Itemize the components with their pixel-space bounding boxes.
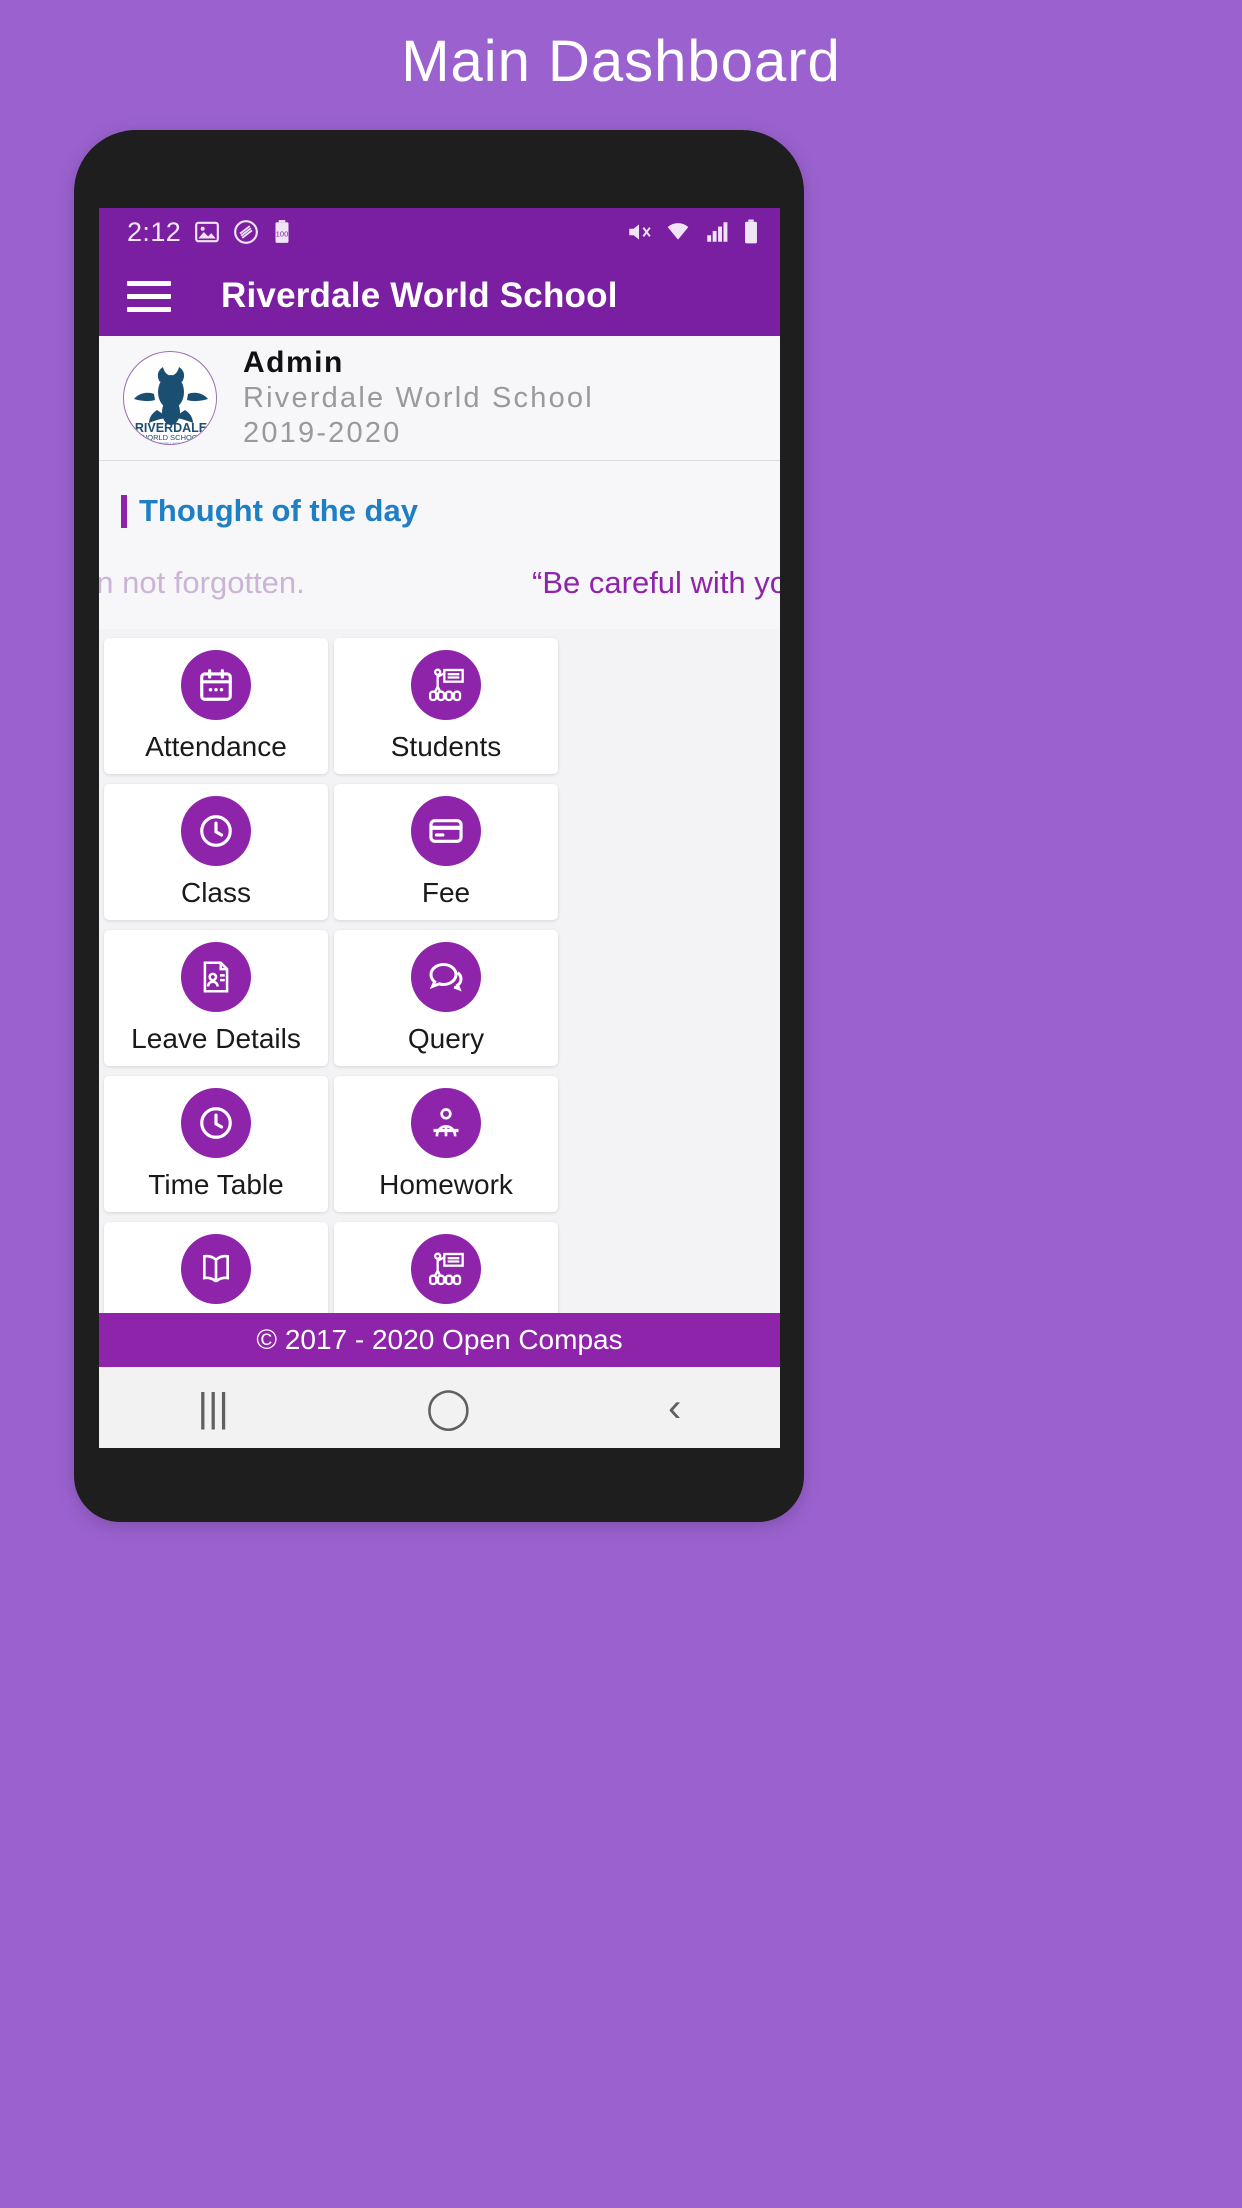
status-time: 2:12	[127, 216, 182, 247]
tile-label: Attendance	[145, 730, 287, 762]
phone-frame: 2:12 100 Riverdale World School RIVERDAL…	[74, 130, 804, 1522]
profile-session: 2019-2020	[243, 417, 402, 449]
status-bar: 2:12 100	[99, 208, 780, 256]
battery-icon	[745, 219, 757, 244]
thought-text-right: “Be careful with you	[532, 565, 780, 600]
tile-label: Class	[180, 876, 251, 908]
footer-bar: © 2017 - 2020 Open Compas	[99, 1313, 780, 1367]
tile-fee[interactable]: Fee	[334, 784, 558, 920]
tile-class[interactable]: Class	[104, 784, 328, 920]
android-nav-bar: ||| ◯ ‹	[99, 1367, 780, 1448]
reading-icon	[411, 1087, 481, 1158]
thought-heading: Thought of the day	[139, 493, 418, 528]
tile-query[interactable]: Query	[334, 930, 558, 1066]
tile-leave-details[interactable]: Leave Details	[104, 930, 328, 1066]
document-icon	[181, 941, 251, 1012]
svg-text:nurturing wonders: nurturing wonders	[153, 441, 190, 445]
tile-students[interactable]: Students	[334, 638, 558, 774]
profile-name: Admin	[243, 346, 344, 379]
book-icon	[181, 1233, 251, 1304]
status-bar-right	[626, 219, 760, 245]
phone-screen: 2:12 100 Riverdale World School RIVERDAL…	[99, 208, 780, 1448]
tile-label: Query	[407, 1022, 485, 1054]
tile-homework[interactable]: Homework	[334, 1076, 558, 1212]
tile-label: Time Table	[148, 1168, 284, 1200]
recents-button[interactable]: |||	[198, 1388, 229, 1428]
app-bar-title: Riverdale World School	[221, 276, 618, 315]
profile-school: Riverdale World School	[243, 382, 594, 414]
chat-icon	[411, 941, 481, 1012]
status-bar-left: 2:12 100	[127, 217, 292, 248]
thought-text-left: en not forgotten.	[99, 565, 305, 600]
tile-label: Fee	[421, 876, 471, 908]
thought-marquee: en not forgotten. “Be careful with you	[99, 539, 780, 629]
nfc-icon	[234, 220, 259, 244]
classroom-icon	[411, 649, 481, 720]
hamburger-icon[interactable]	[127, 280, 171, 312]
section-accent-bar	[121, 494, 127, 528]
home-button[interactable]: ◯	[426, 1388, 471, 1428]
tile-label: Homework	[379, 1168, 513, 1200]
profile-text: Admin Riverdale World School 2019-2020	[243, 346, 594, 450]
signal-icon	[707, 222, 728, 242]
school-logo: RIVERDALE WORLD SCHOOL nurturing wonders	[123, 351, 217, 445]
tile-label: Students	[390, 730, 502, 762]
page-title: Main Dashboard	[401, 29, 841, 94]
svg-text:100: 100	[276, 229, 289, 238]
tile-attendance[interactable]: Attendance	[104, 638, 328, 774]
image-icon	[195, 221, 220, 243]
tile-time-table[interactable]: Time Table	[104, 1076, 328, 1212]
profile-card[interactable]: RIVERDALE WORLD SCHOOL nurturing wonders…	[99, 336, 780, 461]
footer-text: © 2017 - 2020 Open Compas	[256, 1324, 623, 1355]
tile-label: Leave Details	[131, 1022, 301, 1054]
battery-saver-icon: 100	[275, 220, 289, 243]
clock-icon	[181, 795, 251, 866]
classroom-icon	[411, 1233, 481, 1304]
thought-section-header: Thought of the day	[99, 461, 780, 539]
wifi-icon	[667, 223, 689, 240]
mute-icon	[629, 224, 651, 240]
clock-icon	[181, 1087, 251, 1158]
calendar-icon	[181, 649, 251, 720]
screenshot-root: Main Dashboard 2:12 100 Riverdale World …	[0, 0, 1242, 2208]
card-icon	[411, 795, 481, 866]
app-bar: Riverdale World School	[99, 256, 780, 336]
back-button[interactable]: ‹	[668, 1388, 681, 1428]
